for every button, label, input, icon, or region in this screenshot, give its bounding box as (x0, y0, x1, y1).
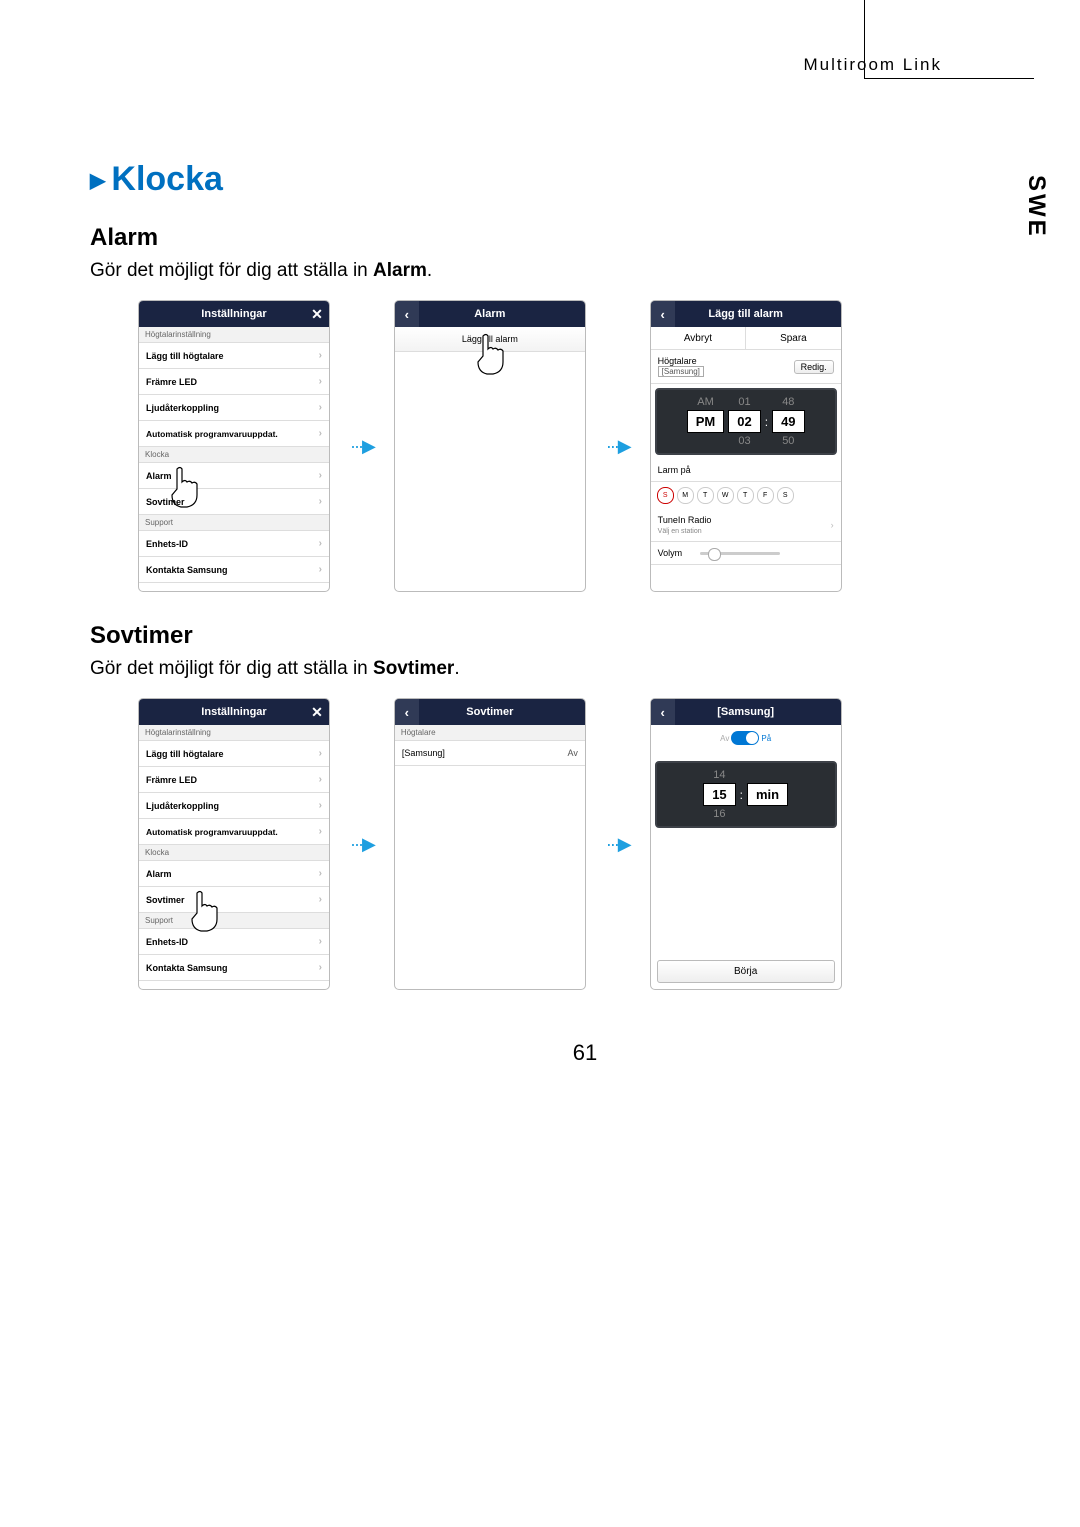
page-title: ▶Klocka (90, 160, 1080, 199)
subheading-alarm: Alarm (90, 224, 1080, 252)
back-icon[interactable]: ‹ (651, 301, 675, 327)
arrow-icon: ···▶ (606, 834, 630, 855)
sovtimer-section: Högtalare (395, 725, 585, 741)
menu-alarm[interactable]: Alarm› (139, 463, 329, 489)
sovtimer-description: Gör det möjligt för dig att ställa in So… (90, 658, 1080, 680)
back-icon[interactable]: ‹ (395, 699, 419, 725)
menu-audio-return[interactable]: Ljudåterkoppling› (139, 395, 329, 421)
cancel-button[interactable]: Avbryt (651, 327, 747, 349)
menu-sovtimer[interactable]: Sovtimer› (139, 887, 329, 913)
settings-section-support: Support (139, 913, 329, 929)
menu-add-speaker[interactable]: Lägg till högtalare› (139, 741, 329, 767)
settings-section-speaker: Högtalarinställning (139, 327, 329, 343)
save-button[interactable]: Spara (746, 327, 841, 349)
start-button[interactable]: Börja (657, 960, 835, 983)
settings-section-speaker: Högtalarinställning (139, 725, 329, 741)
volume-row[interactable]: Volym (651, 542, 841, 565)
menu-contact-samsung[interactable]: Kontakta Samsung› (139, 557, 329, 583)
edit-button[interactable]: Redig. (794, 360, 834, 374)
screenshot-sovtimer-detail: ‹ [Samsung] Av På 14 15 16 : (650, 698, 842, 990)
menu-device-id[interactable]: Enhets-ID› (139, 929, 329, 955)
close-icon[interactable]: ✕ (305, 301, 329, 327)
subheading-sovtimer: Sovtimer (90, 622, 1080, 650)
menu-device-id[interactable]: Enhets-ID› (139, 531, 329, 557)
minute-picker[interactable]: 14 15 16 : min (655, 761, 837, 828)
sovtimer-speaker-row[interactable]: [Samsung] Av (395, 741, 585, 766)
language-tab: SWE (1022, 175, 1050, 239)
day-selector[interactable]: S M T W T F S (651, 482, 841, 509)
menu-auto-update[interactable]: Automatisk programvaruuppdat.› (139, 819, 329, 845)
menu-add-speaker[interactable]: Lägg till högtalare› (139, 343, 329, 369)
close-icon[interactable]: ✕ (305, 699, 329, 725)
tunein-row[interactable]: TuneIn RadioVälj en station › (651, 509, 841, 542)
alarm-description: Gör det möjligt för dig att ställa in Al… (90, 260, 1080, 282)
menu-sovtimer[interactable]: Sovtimer› (139, 489, 329, 515)
header-section-title: Multiroom Link (803, 55, 942, 75)
screenshot-settings-alarm: Inställningar ✕ Högtalarinställning Lägg… (138, 300, 330, 592)
menu-front-led[interactable]: Främre LED› (139, 767, 329, 793)
screenshot-sovtimer-list: ‹ Sovtimer Högtalare [Samsung] Av (394, 698, 586, 990)
screenshot-add-alarm: ‹ Lägg till alarm Avbryt Spara Högtalare… (650, 300, 842, 592)
settings-section-clock: Klocka (139, 447, 329, 463)
settings-section-support: Support (139, 515, 329, 531)
time-picker[interactable]: AM PM 01 02 03 : 48 49 50 (655, 388, 837, 455)
on-off-toggle[interactable]: Av På (720, 731, 771, 745)
screenshot-alarm-list: ‹ Alarm Lägg till alarm (394, 300, 586, 592)
arrow-icon: ···▶ (350, 834, 374, 855)
screenshot-settings-sovtimer: Inställningar ✕ Högtalarinställning Lägg… (138, 698, 330, 990)
menu-contact-samsung[interactable]: Kontakta Samsung› (139, 955, 329, 981)
menu-front-led[interactable]: Främre LED› (139, 369, 329, 395)
settings-section-clock: Klocka (139, 845, 329, 861)
back-icon[interactable]: ‹ (651, 699, 675, 725)
menu-audio-return[interactable]: Ljudåterkoppling› (139, 793, 329, 819)
menu-auto-update[interactable]: Automatisk programvaruuppdat.› (139, 421, 329, 447)
arrow-icon: ···▶ (350, 436, 374, 457)
back-icon[interactable]: ‹ (395, 301, 419, 327)
alarm-on-label: Larm på (651, 459, 841, 482)
speaker-row: Högtalare [Samsung] Redig. (651, 350, 841, 384)
menu-alarm[interactable]: Alarm› (139, 861, 329, 887)
page-number: 61 (90, 1040, 1080, 1066)
arrow-icon: ···▶ (606, 436, 630, 457)
add-alarm-button[interactable]: Lägg till alarm (395, 327, 585, 352)
